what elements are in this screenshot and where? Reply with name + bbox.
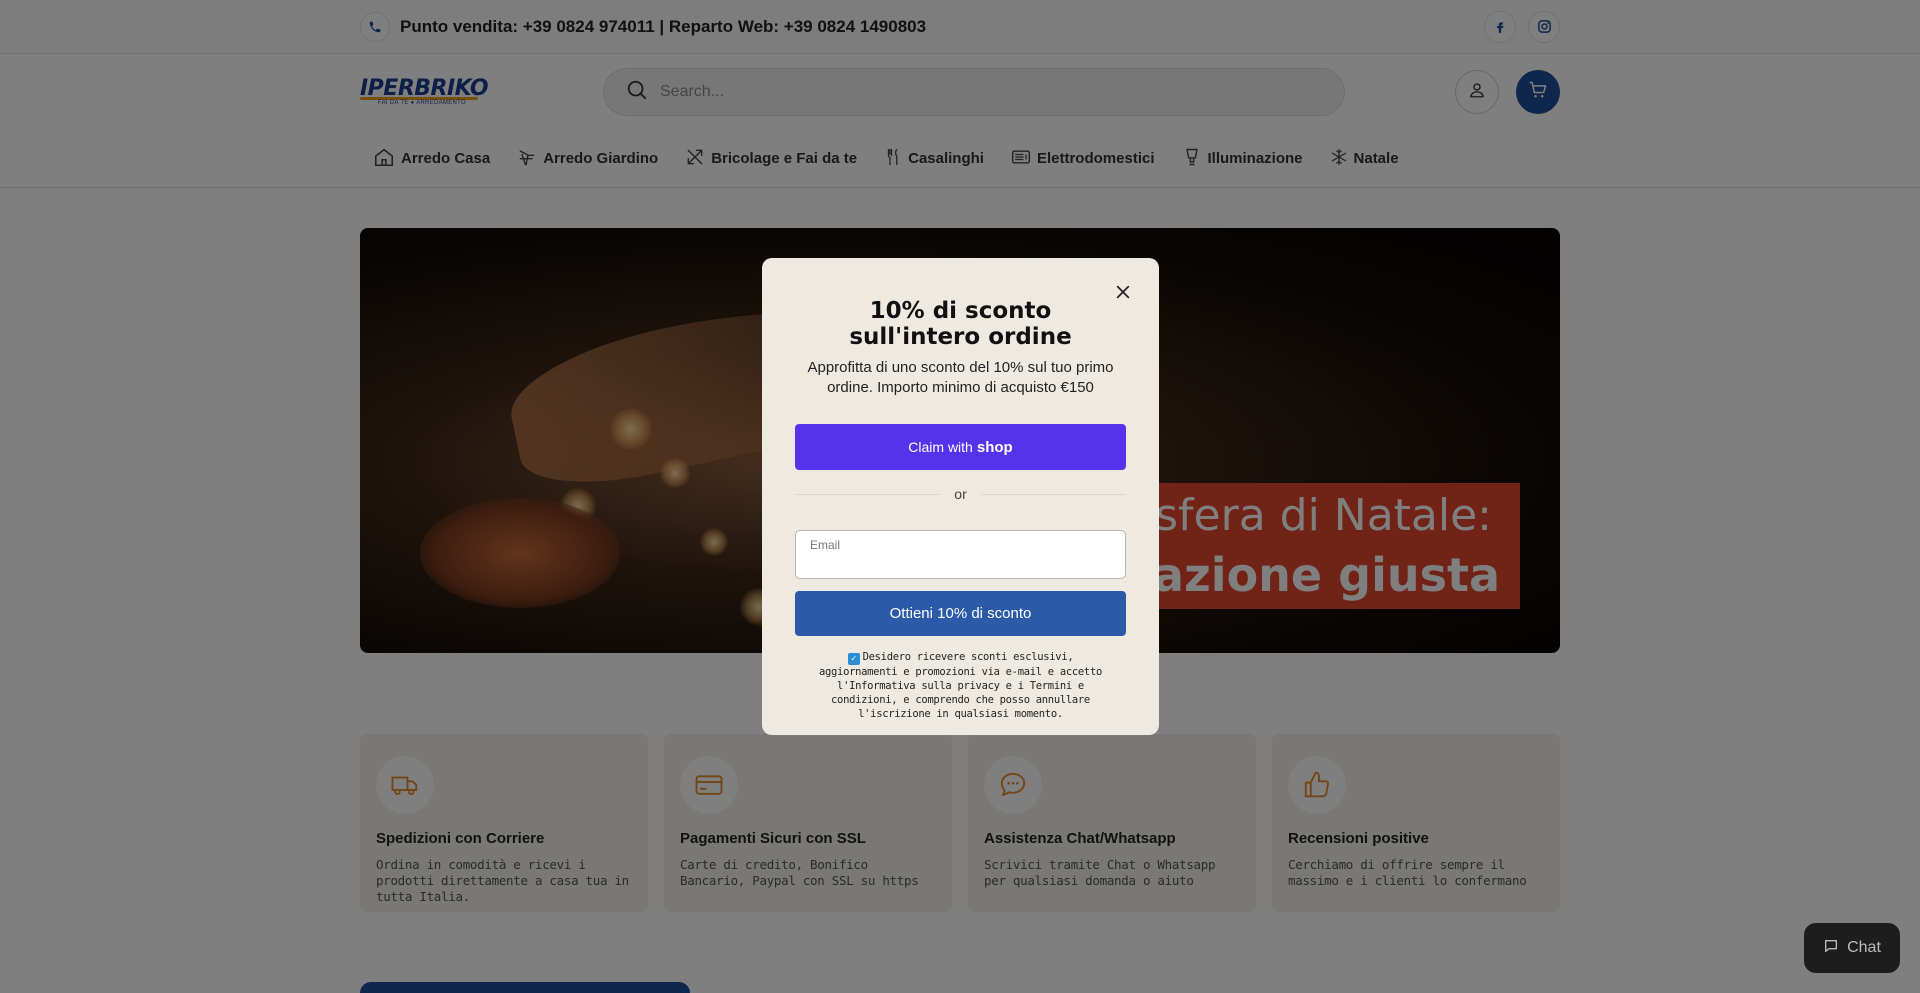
close-icon	[1115, 284, 1131, 305]
consent-row: ✓ Desidero ricevere sconti esclusivi, agg…	[795, 650, 1126, 721]
email-label: Email	[810, 538, 841, 552]
divider-line	[980, 493, 1127, 495]
close-button[interactable]	[1113, 284, 1133, 304]
consent-text: Desidero ricevere sconti esclusivi, aggi…	[818, 651, 1102, 720]
email-field[interactable]: Email	[795, 530, 1126, 579]
claim-with-shop-button[interactable]: Claim with shop	[795, 424, 1126, 470]
popup-title: 10% di sconto sull'intero ordine	[849, 298, 1072, 350]
get-discount-button[interactable]: Ottieni 10% di sconto	[795, 591, 1126, 636]
chat-label: Chat	[1847, 939, 1881, 956]
popup-subtitle: Approfitta di uno sconto del 10% sul tuo…	[807, 359, 1114, 396]
discount-popup: 10% di sconto sull'intero ordine Approfi…	[762, 258, 1159, 735]
shop-button-label: Claim with	[908, 439, 973, 455]
shop-brand-label: shop	[976, 438, 1013, 456]
chat-button[interactable]: Chat	[1804, 923, 1900, 973]
or-divider: or	[795, 486, 1127, 502]
divider-line	[795, 493, 941, 495]
consent-checkbox[interactable]: ✓	[847, 653, 860, 665]
chat-icon	[1823, 938, 1839, 959]
or-text: or	[954, 486, 967, 502]
